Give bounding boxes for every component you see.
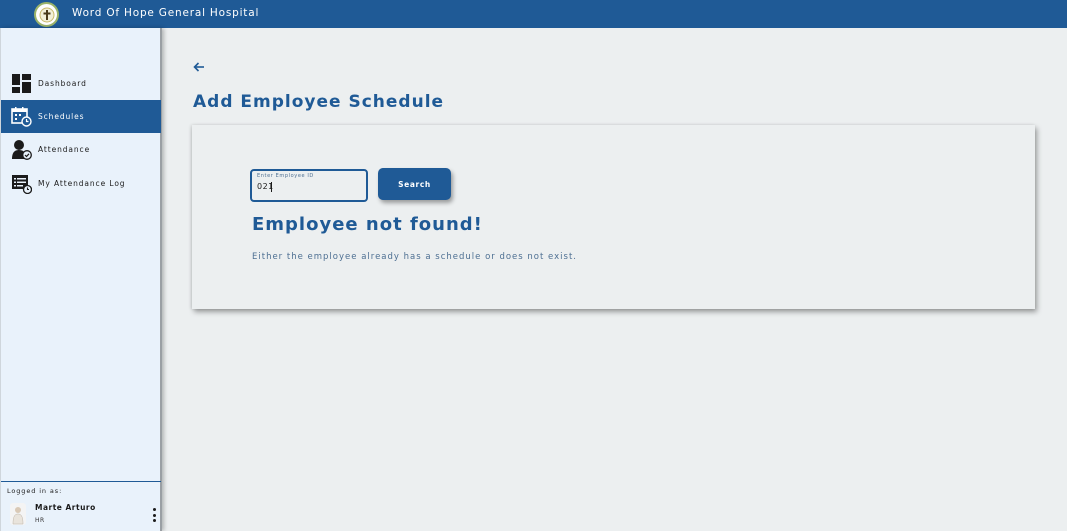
user-avatar-icon [12, 507, 24, 525]
cross-logo-icon [39, 7, 54, 22]
result-heading: Employee not found! [252, 214, 483, 235]
sidebar: Dashboard Schedules Attendance My Attend… [0, 28, 162, 531]
page-title: Add Employee Schedule [193, 92, 445, 112]
sidebar-item-label: Schedules [38, 112, 85, 121]
user-name: Marte Arturo [35, 503, 96, 512]
sidebar-item-dashboard[interactable]: Dashboard [1, 67, 161, 100]
search-button[interactable]: Search [378, 168, 451, 200]
employee-id-field[interactable]: Enter Employee ID [250, 169, 368, 202]
log-clock-icon [12, 175, 32, 194]
user-panel: Logged in as: Marte Arturo HR [1, 481, 161, 531]
sidebar-item-attendance[interactable]: Attendance [1, 133, 161, 166]
employee-id-input[interactable] [257, 182, 357, 191]
top-bar: Word Of Hope General Hospital [0, 0, 1067, 28]
result-message: Either the employee already has a schedu… [252, 252, 577, 262]
text-caret [271, 182, 272, 192]
app-title: Word Of Hope General Hospital [72, 7, 260, 19]
more-options-icon[interactable] [150, 508, 158, 522]
employee-id-label: Enter Employee ID [257, 173, 314, 179]
user-check-icon [12, 140, 32, 160]
dashboard-icon [12, 74, 31, 93]
user-role: HR [35, 517, 45, 524]
hospital-logo [34, 2, 59, 27]
calendar-clock-icon [11, 107, 32, 127]
search-card: Enter Employee ID Search Employee not fo… [192, 125, 1035, 309]
sidebar-item-label: Attendance [38, 145, 91, 154]
avatar [10, 503, 26, 525]
sidebar-item-schedules[interactable]: Schedules [1, 100, 161, 133]
sidebar-item-label: My Attendance Log [38, 179, 126, 188]
back-arrow-icon[interactable] [191, 60, 207, 74]
logged-in-label: Logged in as: [7, 487, 63, 495]
sidebar-item-my-attendance-log[interactable]: My Attendance Log [1, 167, 161, 200]
sidebar-item-label: Dashboard [38, 79, 87, 88]
